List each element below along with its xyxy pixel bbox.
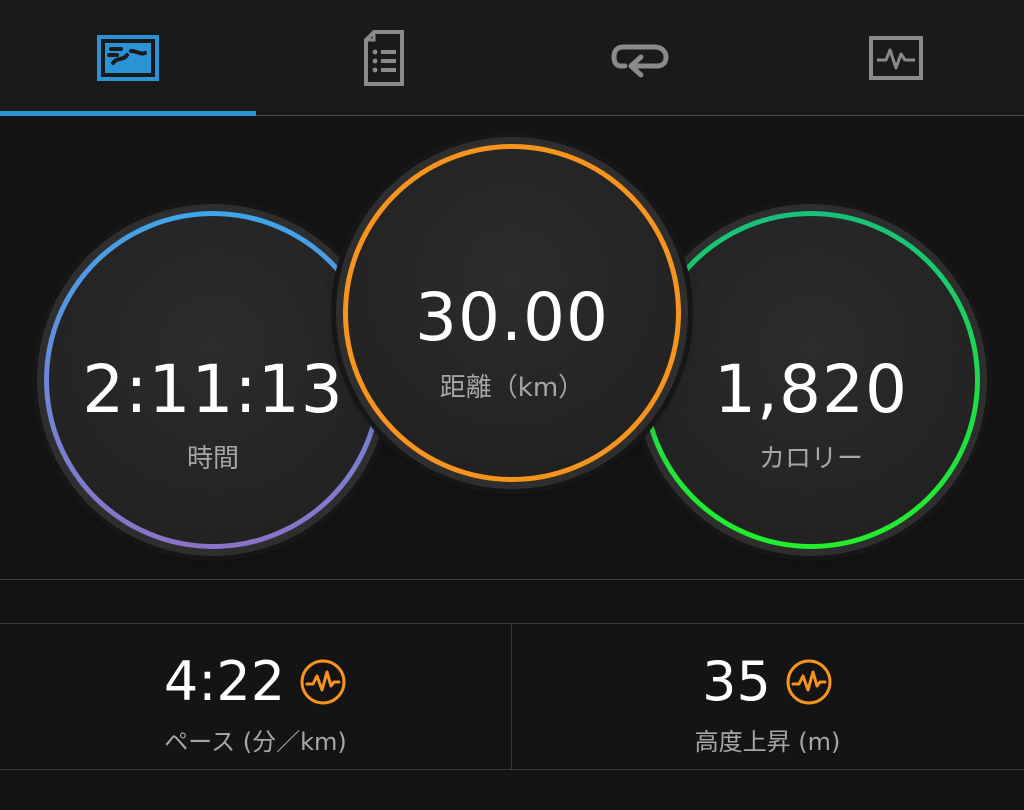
active-tab-indicator (0, 111, 256, 116)
elevation-label: 高度上昇 (m) (694, 728, 841, 756)
elevation-value: 35 (702, 650, 771, 713)
time-value: 2:11:13 (82, 351, 344, 428)
pace-label: ペース (分／km) (164, 728, 347, 756)
time-label: 時間 (186, 444, 239, 474)
tab-charts[interactable] (768, 0, 1024, 115)
calories-label: カロリー (758, 444, 863, 474)
tab-laps[interactable] (512, 0, 768, 115)
section-divider (0, 579, 1024, 580)
laps-repeat-icon (611, 44, 669, 77)
heart-rate-icon (300, 659, 346, 704)
stats-row: 4:22 ペース (分／km) 35 高度上昇 (m) (0, 623, 1024, 770)
elevation-stat[interactable]: 35 高度上昇 (m) (512, 624, 1023, 769)
distance-label: 距離（km） (439, 373, 585, 403)
calories-value: 1,820 (714, 351, 908, 428)
chart-monitor-icon (869, 35, 923, 80)
tab-details[interactable] (256, 0, 512, 115)
heart-rate-icon (786, 659, 832, 704)
distance-value: 30.00 (415, 279, 609, 356)
tab-overview[interactable] (0, 0, 256, 115)
tab-bar (0, 0, 1024, 116)
calories-ring[interactable]: 1,820 カロリー (642, 211, 980, 549)
details-document-icon (364, 29, 404, 86)
pace-stat[interactable]: 4:22 ペース (分／km) (0, 624, 512, 769)
pace-value: 4:22 (163, 650, 286, 713)
time-ring[interactable]: 2:11:13 時間 (44, 211, 382, 549)
activity-map-icon (97, 34, 159, 81)
distance-ring[interactable]: 30.00 距離（km） (343, 144, 681, 482)
